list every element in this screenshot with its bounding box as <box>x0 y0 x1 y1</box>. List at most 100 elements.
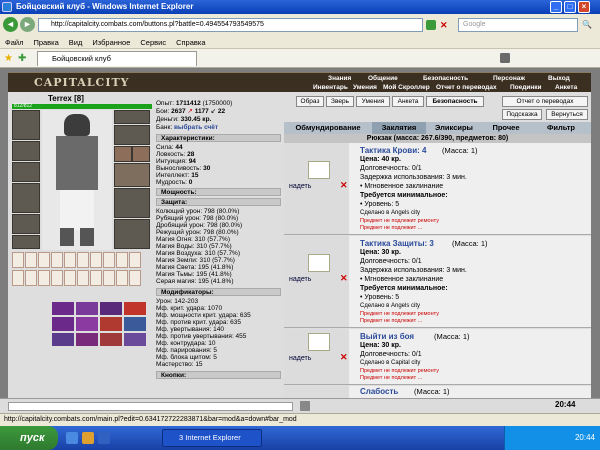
tab-equipment[interactable]: Обмундирование <box>286 122 370 134</box>
effect-icon[interactable] <box>124 302 146 316</box>
toolbar-icon[interactable] <box>300 401 310 411</box>
game-menu-inventory[interactable]: Инвентарь <box>313 84 348 91</box>
scroll-slot[interactable] <box>12 252 24 268</box>
effect-icon[interactable] <box>124 317 146 331</box>
tab-other[interactable]: Прочее <box>482 122 530 134</box>
scroll-slot[interactable] <box>51 270 63 286</box>
scroll-slot[interactable] <box>103 252 115 268</box>
menu-favorites[interactable]: Избранное <box>87 36 135 49</box>
tab-elixirs[interactable]: Эликсиры <box>428 122 480 134</box>
earring-slot[interactable] <box>114 110 150 124</box>
delete-icon[interactable]: ✕ <box>340 180 348 191</box>
scroll-slot[interactable] <box>90 252 102 268</box>
equip-link[interactable]: надеть <box>289 276 311 283</box>
game-menu-profile[interactable]: Анкета <box>555 84 577 91</box>
ring1-slot[interactable] <box>114 146 132 162</box>
section-buttons[interactable]: Кнопки: <box>156 371 281 379</box>
menu-view[interactable]: Вид <box>64 36 88 49</box>
game-menu-transfers[interactable]: Отчет о переводах <box>436 84 497 91</box>
scroll-slot[interactable] <box>25 270 37 286</box>
equip-link[interactable]: надеть <box>289 355 311 362</box>
armor-slot[interactable] <box>12 183 40 213</box>
skills-button[interactable]: Умения <box>356 96 390 107</box>
gloves-slot[interactable] <box>114 125 150 145</box>
shield-slot[interactable] <box>114 163 150 187</box>
game-menu-scroller[interactable]: Мой Скроллер <box>383 84 430 91</box>
menu-edit[interactable]: Правка <box>28 36 63 49</box>
back-icon[interactable]: ◄ <box>3 17 18 32</box>
effect-icon[interactable] <box>76 332 98 346</box>
scroll-slot[interactable] <box>77 252 89 268</box>
tab-filter[interactable]: Фильтр <box>534 122 588 134</box>
quicklaunch-icon[interactable] <box>66 432 78 444</box>
scroll-slot[interactable] <box>77 270 89 286</box>
helmet-slot[interactable] <box>12 110 40 140</box>
minimize-button[interactable]: _ <box>550 1 562 13</box>
pet-button[interactable]: Зверь <box>326 96 354 107</box>
search-input[interactable]: Google <box>458 18 578 32</box>
quicklaunch-icon[interactable] <box>82 432 94 444</box>
quicklaunch-icon[interactable] <box>98 432 110 444</box>
game-menu-character[interactable]: Персонаж <box>493 75 525 82</box>
item-name[interactable]: Тактика Защиты: 3 <box>360 239 434 248</box>
game-menu-skills[interactable]: Умения <box>353 84 377 91</box>
search-icon[interactable]: 🔍 <box>582 20 592 29</box>
scroll-slot[interactable] <box>103 270 115 286</box>
legs-slot[interactable] <box>114 188 150 218</box>
menu-help[interactable]: Справка <box>171 36 210 49</box>
maximize-button[interactable]: □ <box>564 1 576 13</box>
refresh-icon[interactable] <box>426 20 436 30</box>
hint-button[interactable]: Подсказка <box>502 109 542 120</box>
scroll-slot[interactable] <box>38 270 50 286</box>
section-protection[interactable]: Защита: <box>156 198 281 206</box>
section-power[interactable]: Мощность: <box>156 188 281 196</box>
tools-icon[interactable] <box>500 53 510 63</box>
effect-icon[interactable] <box>76 317 98 331</box>
transfers-report-button[interactable]: Отчет о переводах <box>502 96 588 107</box>
effect-icon[interactable] <box>100 332 122 346</box>
browser-tab[interactable]: Бойцовский клуб <box>37 51 197 66</box>
effect-icon[interactable] <box>124 332 146 346</box>
return-button[interactable]: Вернуться <box>546 109 588 120</box>
start-button[interactable]: пуск <box>0 426 58 450</box>
game-menu-knowledge[interactable]: Знания <box>328 75 351 82</box>
scroll-slot[interactable] <box>129 270 141 286</box>
boots-slot[interactable] <box>114 219 150 249</box>
scroll-slot[interactable] <box>90 270 102 286</box>
forward-icon[interactable]: ► <box>20 17 35 32</box>
delete-icon[interactable]: ✕ <box>340 352 348 363</box>
profile-button[interactable]: Анкета <box>392 96 424 107</box>
scroll-slot[interactable] <box>64 252 76 268</box>
image-button[interactable]: Образ <box>296 96 324 107</box>
security-button[interactable]: Безопасность <box>426 96 484 107</box>
effect-icon[interactable] <box>52 302 74 316</box>
game-menu-exit[interactable]: Выход <box>548 75 570 82</box>
effect-icon[interactable] <box>100 317 122 331</box>
scroll-slot[interactable] <box>129 252 141 268</box>
pocket-slot[interactable] <box>12 235 40 249</box>
scroll-slot[interactable] <box>51 252 63 268</box>
effect-icon[interactable] <box>76 302 98 316</box>
scroll-slot[interactable] <box>64 270 76 286</box>
section-modifiers[interactable]: Модификаторы: <box>156 288 281 296</box>
favorites-star-icon[interactable]: ★ <box>4 53 13 64</box>
scroll-slot[interactable] <box>25 252 37 268</box>
game-menu-chat[interactable]: Общение <box>368 75 398 82</box>
chat-input[interactable] <box>8 402 293 411</box>
item-name[interactable]: Тактика Крови: 4 <box>360 146 426 155</box>
bank-link[interactable]: выбрать счёт <box>174 124 218 131</box>
menu-tools[interactable]: Сервис <box>135 36 171 49</box>
item-name[interactable]: Выйти из боя <box>360 332 414 341</box>
effect-icon[interactable] <box>52 317 74 331</box>
section-stats[interactable]: Характеристики: <box>156 134 281 142</box>
belt-slot[interactable] <box>12 214 40 234</box>
ring2-slot[interactable] <box>132 146 150 162</box>
effect-icon[interactable] <box>100 302 122 316</box>
delete-icon[interactable]: ✕ <box>340 273 348 284</box>
game-menu-battles[interactable]: Поединки <box>510 84 542 91</box>
stop-icon[interactable]: ✕ <box>440 20 448 31</box>
scroll-slot[interactable] <box>116 252 128 268</box>
item-name[interactable]: Слабость <box>360 387 398 396</box>
scroll-slot[interactable] <box>38 252 50 268</box>
game-menu-security[interactable]: Безопасность <box>423 75 468 82</box>
